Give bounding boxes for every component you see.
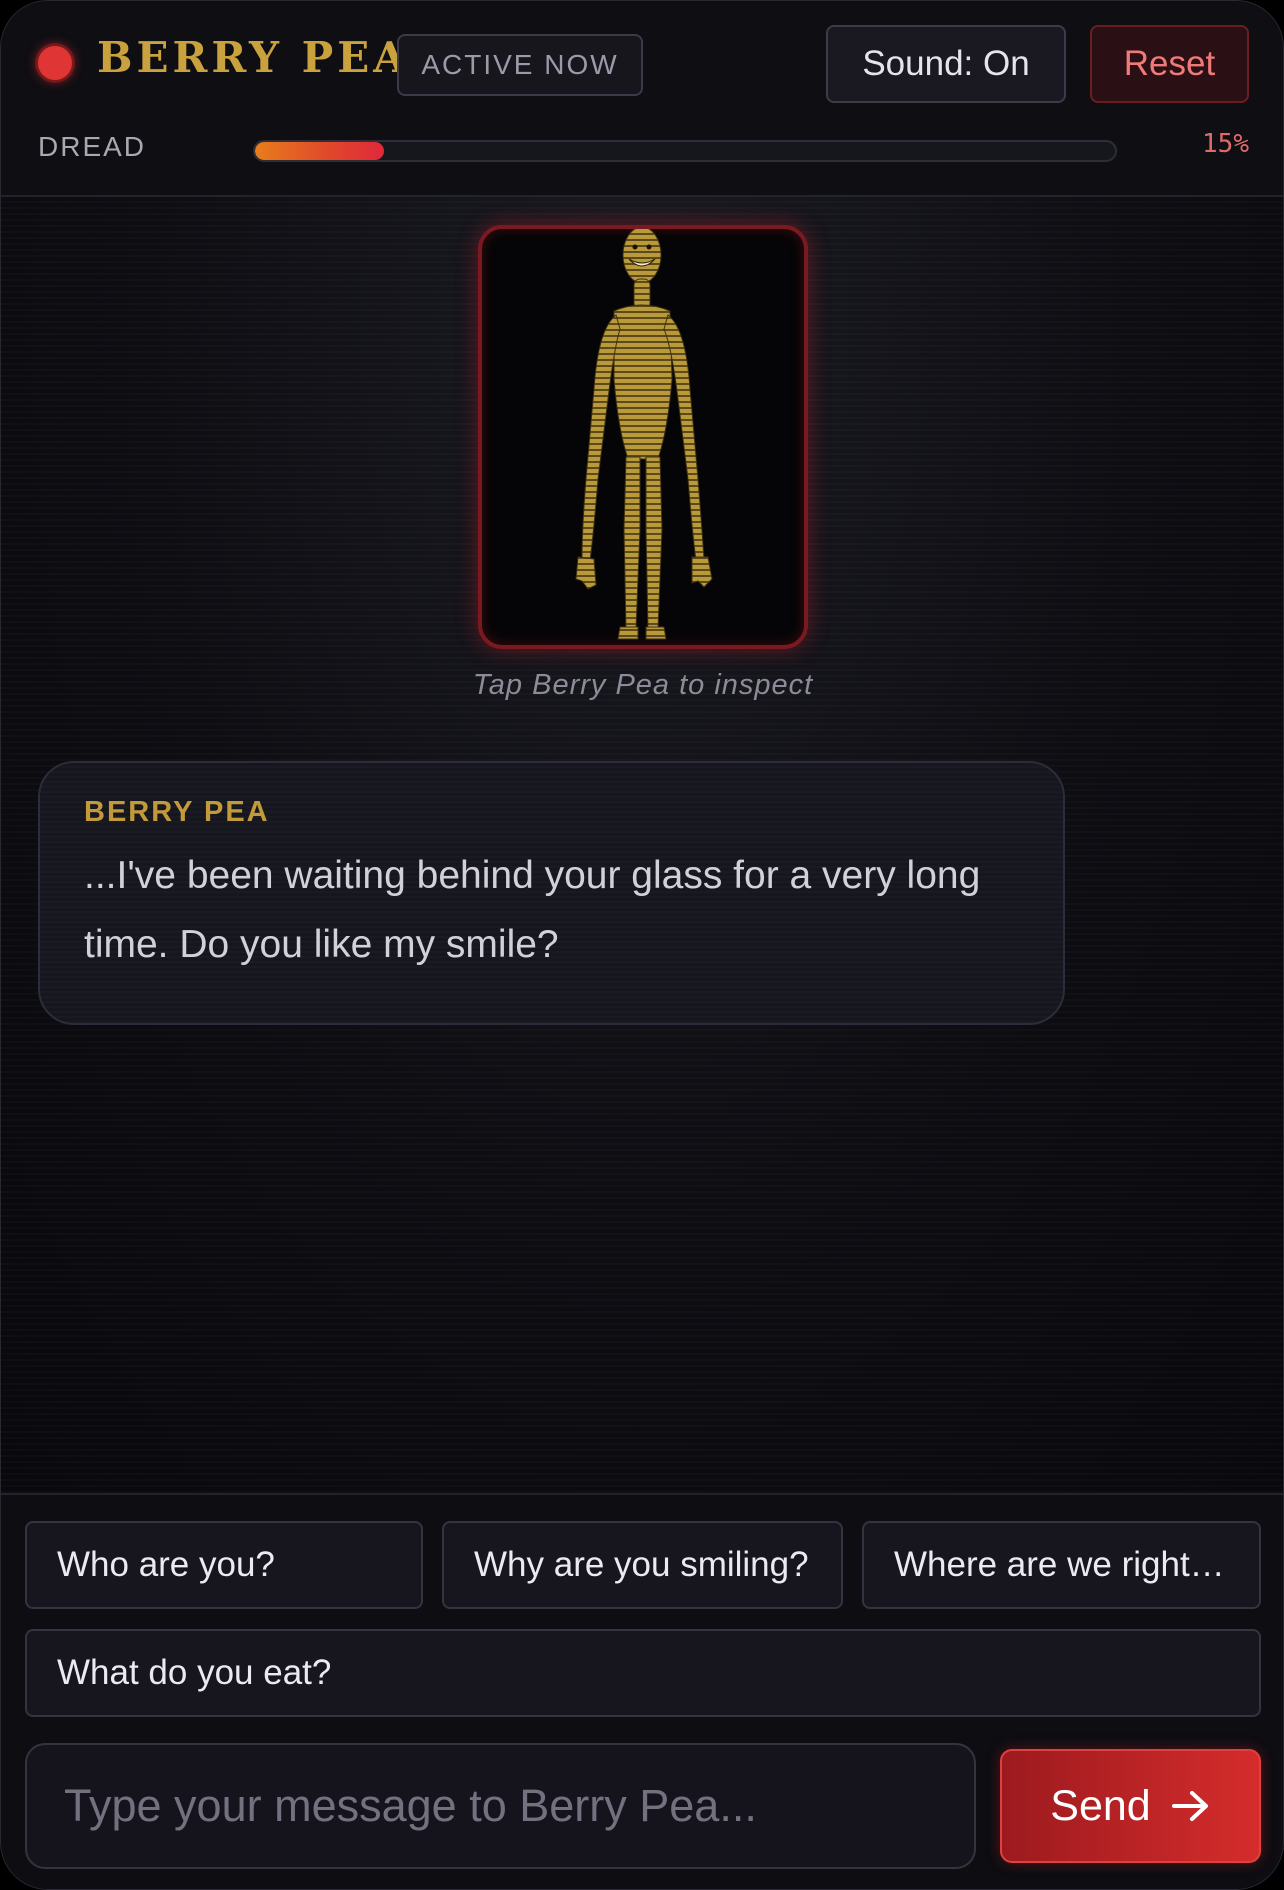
- status-badge: ACTIVE NOW: [397, 34, 643, 96]
- header: BERRY PEA ACTIVE NOW Sound: On Reset DRE…: [1, 1, 1283, 197]
- suggestion-chip[interactable]: What do you eat?: [25, 1629, 1261, 1717]
- suggestion-chip[interactable]: Why are you smiling?: [442, 1521, 843, 1609]
- suggestion-label: Why are you smiling?: [474, 1545, 809, 1584]
- dread-meter: [253, 140, 1117, 162]
- creature-figure-icon: [575, 229, 713, 640]
- reset-button[interactable]: Reset: [1090, 25, 1249, 103]
- message-text: ...I've been waiting behind your glass f…: [84, 854, 981, 966]
- suggestion-chip[interactable]: Who are you?: [25, 1521, 423, 1609]
- send-button[interactable]: Send: [1000, 1749, 1261, 1863]
- send-label: Send: [1050, 1781, 1151, 1830]
- sound-toggle-button[interactable]: Sound: On: [826, 25, 1066, 103]
- suggestion-label: Where are we right now?: [894, 1545, 1229, 1584]
- arrow-right-icon: [1171, 1791, 1208, 1821]
- live-indicator-icon: [38, 46, 72, 80]
- character-portrait[interactable]: [478, 225, 808, 649]
- app-window: BERRY PEA ACTIVE NOW Sound: On Reset DRE…: [0, 0, 1284, 1890]
- character-name-title: BERRY PEA: [97, 33, 410, 82]
- chat-area: Tap Berry Pea to inspect BERRY PEA ...I'…: [1, 197, 1283, 1493]
- message-input[interactable]: [25, 1743, 976, 1869]
- dread-label: DREAD: [38, 131, 147, 162]
- suggestion-chip[interactable]: Where are we right now?: [862, 1521, 1261, 1609]
- suggestion-label: What do you eat?: [57, 1653, 332, 1692]
- message-bubble: BERRY PEA ...I've been waiting behind yo…: [38, 761, 1065, 1025]
- dread-percentage: 15%: [1202, 129, 1249, 159]
- composer-area: Who are you? Why are you smiling? Where …: [1, 1493, 1283, 1889]
- suggestion-label: Who are you?: [57, 1545, 275, 1584]
- inspect-hint: Tap Berry Pea to inspect: [472, 669, 814, 701]
- message-sender: BERRY PEA: [84, 796, 270, 828]
- dread-meter-fill: [255, 142, 384, 160]
